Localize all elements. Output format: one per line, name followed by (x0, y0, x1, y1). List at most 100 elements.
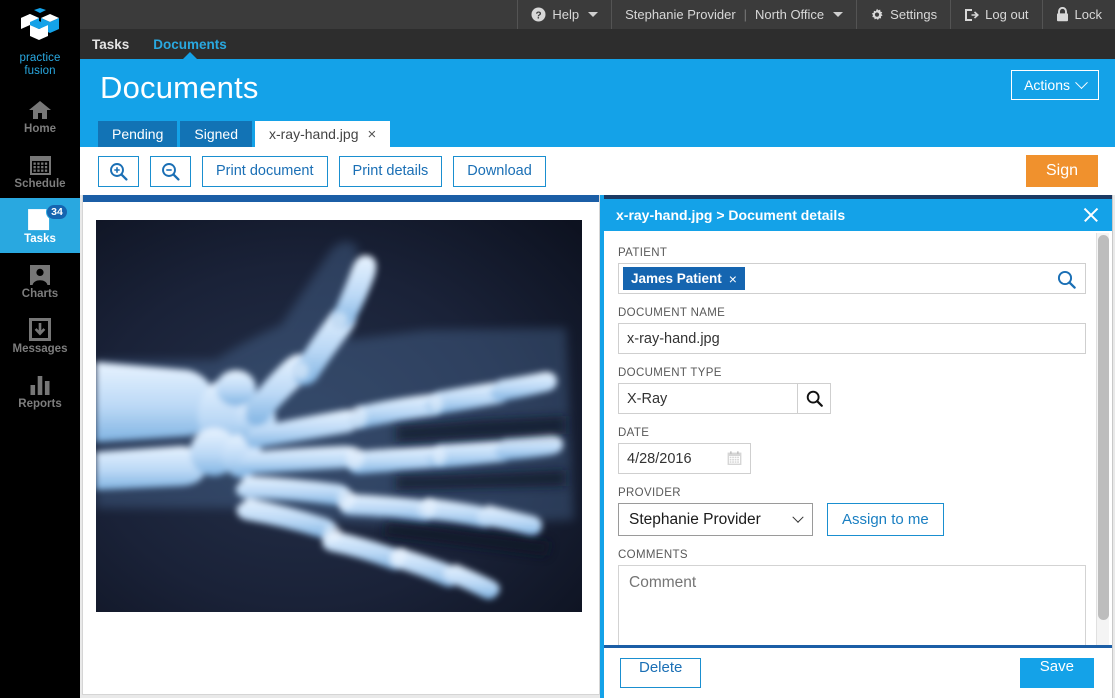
tab-label: x-ray-hand.jpg (269, 126, 359, 142)
logout-button[interactable]: Log out (950, 0, 1041, 29)
document-viewer (82, 195, 600, 695)
user-office-menu[interactable]: Stephanie Provider | North Office (611, 0, 856, 29)
provider-row: Stephanie Provider Assign to me (618, 503, 1086, 536)
sidebar-item-charts[interactable]: Charts (0, 253, 80, 308)
module-tab-tasks[interactable]: Tasks (80, 29, 141, 59)
comments-field-group: COMMENTS (618, 549, 1086, 645)
remove-patient-icon[interactable]: × (729, 271, 737, 287)
document-details-panel: x-ray-hand.jpg > Document details PATIEN… (600, 195, 1113, 698)
tab-label: Pending (112, 126, 163, 142)
print-document-button[interactable]: Print document (202, 156, 328, 187)
provider-selected-value: Stephanie Provider (629, 511, 761, 529)
xray-hand-graphic (96, 220, 582, 612)
chevron-down-icon (1075, 76, 1088, 89)
delete-button[interactable]: Delete (620, 658, 701, 688)
sign-button-label: Sign (1046, 162, 1078, 180)
sidebar-item-schedule[interactable]: Schedule (0, 143, 80, 198)
patient-tag-label: James Patient (631, 271, 722, 286)
inbox-download-icon (29, 316, 51, 341)
help-menu[interactable]: ? Help (517, 0, 611, 29)
date-field-group: DATE 4/28/2016 (618, 427, 1086, 474)
document-tab-bar: Pending Signed x-ray-hand.jpg × (80, 121, 1115, 147)
module-tab-label: Documents (153, 37, 227, 52)
module-tab-label: Tasks (92, 37, 129, 52)
panel-breadcrumb: x-ray-hand.jpg > Document details (616, 207, 845, 223)
tab-x-ray-hand-jpg[interactable]: x-ray-hand.jpg × (255, 121, 390, 147)
sidebar-item-label: Reports (18, 398, 61, 410)
print-details-label: Print details (353, 163, 429, 179)
document-type-field-group: DOCUMENT TYPE X-Ray (618, 367, 1086, 414)
calendar-icon[interactable] (727, 451, 742, 470)
assign-to-me-button[interactable]: Assign to me (827, 503, 944, 536)
document-type-search-button[interactable] (798, 383, 831, 414)
document-type-input[interactable]: X-Ray (618, 383, 798, 414)
brand-logo[interactable]: practice fusion (0, 0, 80, 88)
print-details-button[interactable]: Print details (339, 156, 443, 187)
panel-scrollbar-thumb[interactable] (1098, 235, 1109, 620)
document-name-input[interactable]: x-ray-hand.jpg (618, 323, 1086, 354)
person-icon (29, 261, 51, 286)
search-icon[interactable] (1057, 270, 1076, 293)
date-value: 4/28/2016 (627, 451, 692, 467)
document-type-label: DOCUMENT TYPE (618, 367, 1086, 379)
sidebar-item-reports[interactable]: Reports (0, 363, 80, 418)
module-tab-strip: Tasks Documents (80, 29, 1115, 59)
tab-signed[interactable]: Signed (180, 121, 252, 147)
application-window: practice fusion Home (0, 0, 1115, 698)
brand-name-line1: practice (19, 52, 60, 65)
top-utility-bar: ? Help Stephanie Provider | North Office… (80, 0, 1115, 29)
patient-label: PATIENT (618, 247, 1086, 259)
close-icon[interactable]: × (367, 127, 376, 142)
sign-button[interactable]: Sign (1026, 155, 1098, 187)
brand-name-line2: fusion (19, 65, 60, 78)
provider-label: PROVIDER (618, 487, 1086, 499)
tab-pending[interactable]: Pending (98, 121, 177, 147)
zoom-in-icon (109, 162, 128, 181)
zoom-out-icon (161, 162, 180, 181)
patient-tag[interactable]: James Patient × (623, 267, 745, 290)
sidebar-item-messages[interactable]: Messages (0, 308, 80, 363)
tasks-badge: 34 (46, 204, 68, 220)
sidebar-item-tasks[interactable]: 34 Tasks (0, 198, 80, 253)
patient-field-group: PATIENT James Patient × (618, 247, 1086, 294)
sidebar-item-home[interactable]: Home (0, 88, 80, 143)
zoom-in-button[interactable] (98, 156, 139, 187)
sidebar-item-label: Charts (22, 288, 58, 300)
xray-image[interactable] (96, 220, 582, 612)
current-user-label: Stephanie Provider (625, 7, 736, 22)
panel-scrollbar[interactable] (1096, 233, 1109, 645)
sidebar-item-label: Home (24, 123, 56, 135)
sidebar-item-label: Messages (13, 343, 68, 355)
document-name-field-group: DOCUMENT NAME x-ray-hand.jpg (618, 307, 1086, 354)
date-input[interactable]: 4/28/2016 (618, 443, 751, 474)
close-icon[interactable] (1082, 206, 1100, 224)
lock-button[interactable]: Lock (1042, 0, 1115, 29)
divider-glyph: | (742, 7, 749, 22)
save-button[interactable]: Save (1020, 658, 1094, 688)
assign-to-me-label: Assign to me (842, 511, 929, 528)
actions-button[interactable]: Actions (1011, 70, 1099, 100)
panel-body: PATIENT James Patient × (604, 231, 1112, 645)
lock-label: Lock (1075, 7, 1102, 22)
zoom-out-button[interactable] (150, 156, 191, 187)
module-tab-documents[interactable]: Documents (141, 29, 239, 59)
patient-input[interactable]: James Patient × (618, 263, 1086, 294)
search-icon (806, 390, 823, 407)
provider-select[interactable]: Stephanie Provider (618, 503, 813, 536)
date-label: DATE (618, 427, 1086, 439)
save-button-label: Save (1040, 658, 1074, 675)
panel-footer: Delete Save (604, 648, 1112, 698)
document-type-row: X-Ray (618, 383, 1086, 414)
home-icon (28, 96, 52, 121)
document-toolbar: Print document Print details Download Si… (80, 147, 1115, 195)
actions-button-label: Actions (1024, 77, 1070, 93)
download-button[interactable]: Download (453, 156, 546, 187)
comments-textarea[interactable] (618, 565, 1086, 645)
left-navigation-rail: practice fusion Home (0, 0, 80, 698)
provider-field-group: PROVIDER Stephanie Provider Assign to me (618, 487, 1086, 536)
logout-icon (964, 8, 979, 22)
settings-label: Settings (890, 7, 937, 22)
viewer-separator-bar (83, 195, 600, 202)
settings-button[interactable]: Settings (856, 0, 950, 29)
calendar-icon (29, 151, 52, 176)
